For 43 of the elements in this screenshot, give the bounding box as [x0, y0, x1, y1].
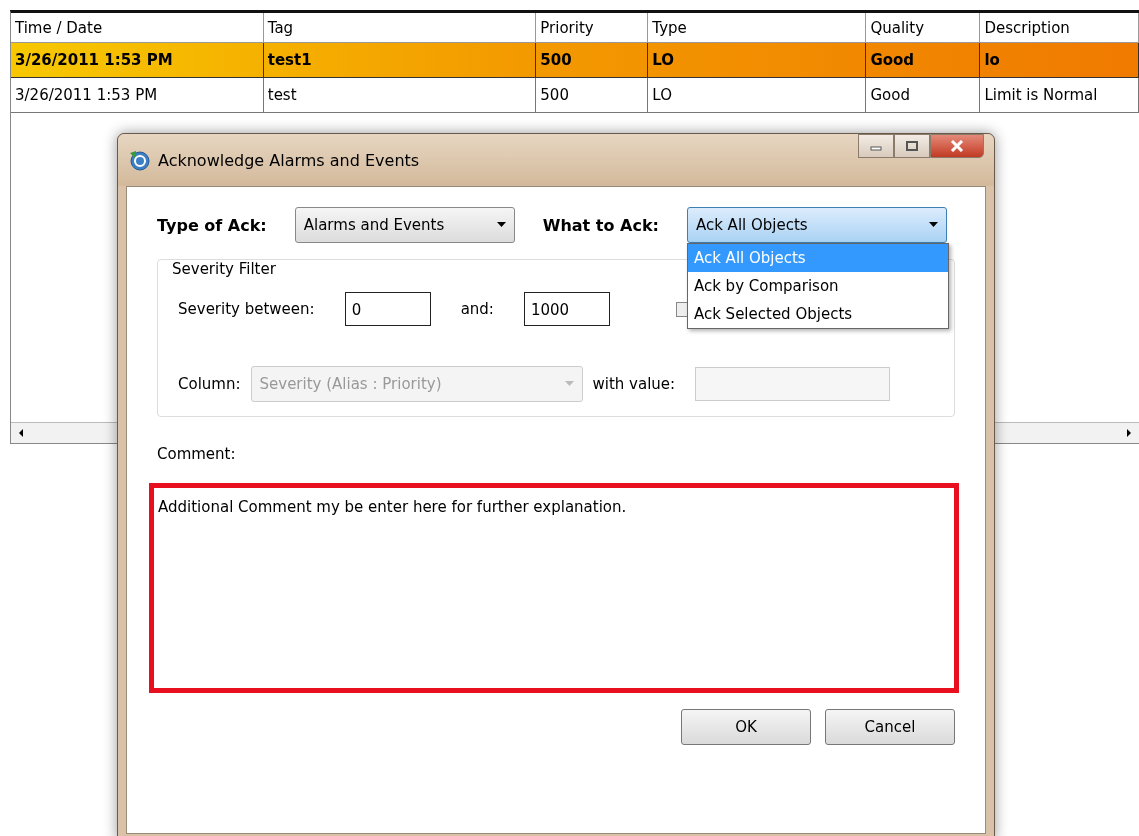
comment-field[interactable]: Additional Comment my be enter here for further explanation. [149, 483, 959, 693]
table-cell: lo [980, 43, 1139, 78]
type-of-ack-label: Type of Ack: [157, 215, 267, 235]
scroll-left-icon[interactable] [17, 428, 25, 438]
severity-to-field[interactable]: 1000 [523, 292, 610, 326]
severity-between-label: Severity between: [178, 300, 315, 318]
table-row[interactable]: 3/26/2011 1:53 PM test1 500 LO Good lo [11, 43, 1139, 78]
app-icon [128, 149, 150, 171]
type-of-ack-dropdown[interactable]: Alarms and Events [294, 207, 515, 243]
table-cell: LO [648, 78, 867, 113]
maximize-icon [906, 141, 918, 151]
comment-label: Comment: [157, 445, 236, 463]
table-row[interactable]: 3/26/2011 1:53 PM test 500 LO Good Limit is Normal [11, 78, 1139, 113]
with-value-label: with value: [592, 375, 676, 393]
caret-icon [496, 222, 506, 228]
column-label: Column: [178, 375, 241, 393]
dialog-button[interactable]: OK [681, 709, 811, 745]
caret-icon [564, 381, 574, 387]
table-cell: test1 [263, 43, 537, 78]
what-to-ack-label: What to Ack: [542, 215, 659, 235]
scroll-right-icon[interactable] [1125, 428, 1133, 438]
value-field[interactable] [695, 367, 891, 401]
and-label: and: [460, 300, 494, 318]
table-cell: LO [648, 43, 867, 78]
dropdown-option[interactable]: Ack by Comparison [687, 272, 948, 300]
caret-icon [928, 222, 938, 228]
table-cell: 3/26/2011 1:53 PM [11, 43, 264, 78]
dropdown-option[interactable]: Ack Selected Objects [687, 300, 948, 328]
table-cell: 3/26/2011 1:53 PM [11, 78, 264, 113]
table-cell: Good [866, 43, 981, 78]
close-button[interactable] [930, 134, 984, 158]
table-cell: 500 [536, 78, 649, 113]
minimize-button[interactable] [858, 134, 894, 158]
dialog-button[interactable]: Cancel [825, 709, 955, 745]
close-icon [950, 140, 964, 152]
table-cell: test [263, 78, 537, 113]
window-title: Acknowledge Alarms and Events [158, 150, 420, 170]
severity-from-field[interactable]: 0 [344, 292, 431, 326]
table-cell: Limit is Normal [980, 78, 1139, 113]
table-cell: Good [866, 78, 981, 113]
what-to-ack-dropdown[interactable]: Ack All Objects [686, 207, 947, 243]
table-cell: 500 [536, 43, 649, 78]
maximize-button[interactable] [894, 134, 930, 158]
